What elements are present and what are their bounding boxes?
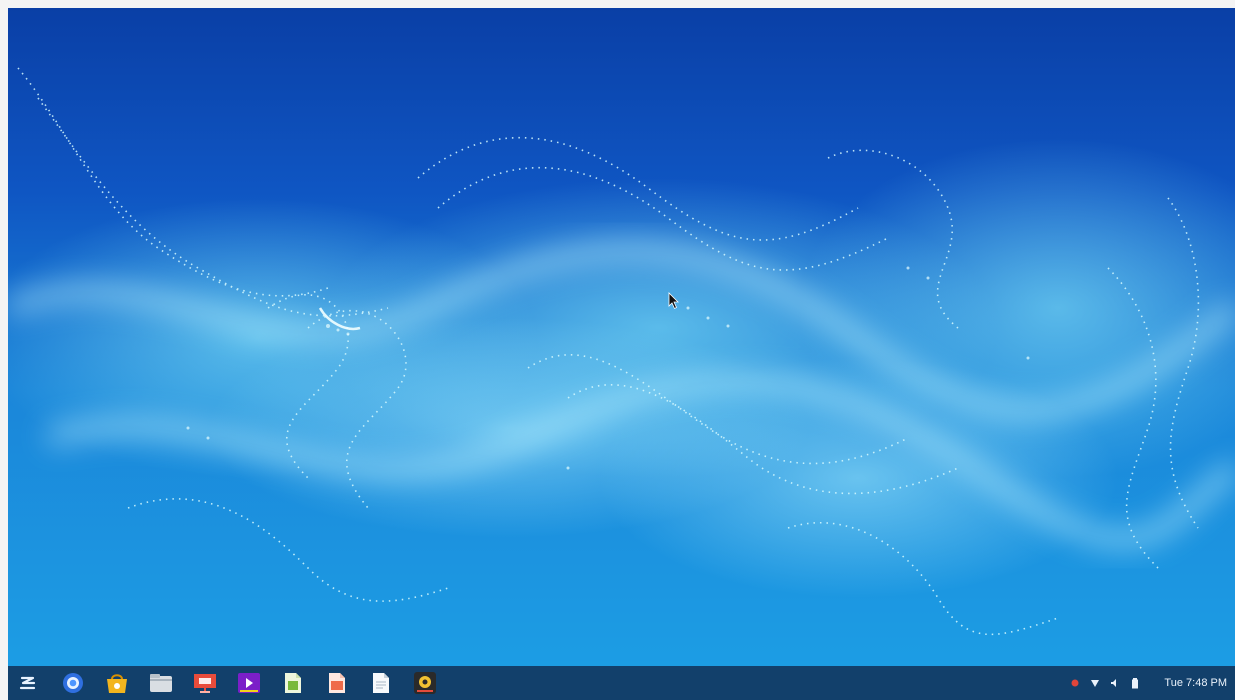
record-indicator-icon[interactable] bbox=[1070, 678, 1080, 688]
wifi-icon[interactable] bbox=[1090, 678, 1100, 688]
particle-wave-wallpaper bbox=[8, 67, 1235, 636]
clock[interactable]: Tue 7:48 PM bbox=[1164, 677, 1227, 689]
presentation-app-icon[interactable] bbox=[186, 668, 224, 698]
app-launcher-list bbox=[54, 668, 444, 698]
volume-icon[interactable] bbox=[1110, 678, 1120, 688]
mouse-cursor-icon bbox=[668, 292, 679, 310]
battery-icon[interactable] bbox=[1130, 677, 1140, 688]
zorin-launcher-icon[interactable] bbox=[14, 669, 42, 697]
screen-recorder-icon[interactable] bbox=[406, 668, 444, 698]
spreadsheet-app-icon[interactable] bbox=[274, 668, 312, 698]
text-document-icon[interactable] bbox=[362, 668, 400, 698]
system-tray: Tue 7:48 PM bbox=[1070, 677, 1227, 689]
chromium-browser-icon[interactable] bbox=[54, 668, 92, 698]
file-manager-icon[interactable] bbox=[142, 668, 180, 698]
desktop[interactable] bbox=[8, 8, 1235, 666]
taskbar: Tue 7:48 PM bbox=[8, 666, 1235, 700]
document-app-icon[interactable] bbox=[318, 668, 356, 698]
video-player-icon[interactable] bbox=[230, 668, 268, 698]
software-store-icon[interactable] bbox=[98, 668, 136, 698]
